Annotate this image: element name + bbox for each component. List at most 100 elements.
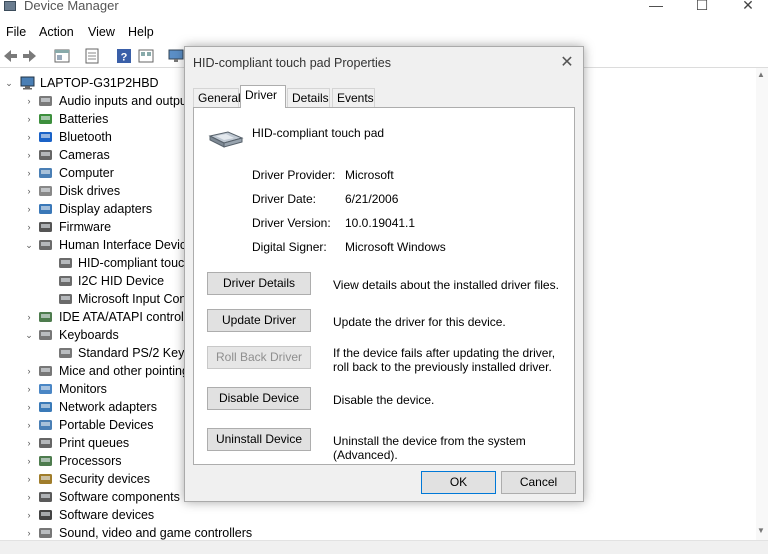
driver-details-button[interactable]: Driver Details [207, 272, 311, 295]
device-manager-icon [4, 1, 16, 11]
chevron-right-icon[interactable]: › [24, 362, 34, 380]
chevron-right-icon[interactable]: › [24, 308, 34, 326]
chevron-right-icon[interactable]: › [24, 434, 34, 452]
tree-item-label: Print queues [59, 436, 130, 450]
scroll-up-icon[interactable]: ▲ [757, 70, 765, 79]
battery-icon [39, 114, 52, 124]
action-description: If the device fails after updating the d… [333, 346, 556, 374]
chevron-right-icon[interactable]: › [24, 488, 34, 506]
hid-device-icon [59, 294, 72, 304]
chevron-down-icon[interactable]: ⌄ [24, 326, 34, 344]
dialog-close-button[interactable]: ✕ [557, 52, 577, 72]
tab-details[interactable]: Details [287, 88, 330, 107]
menu-view[interactable]: View [88, 25, 115, 39]
tree-item-label: Cameras [59, 148, 110, 162]
ok-button[interactable]: OK [421, 471, 496, 494]
menu-bar: File Action View Help [0, 20, 768, 44]
computer-icon [20, 76, 35, 90]
update-driver-button[interactable]: Update Driver [207, 309, 311, 332]
chevron-right-icon[interactable]: › [24, 398, 34, 416]
tree-item-label: Display adapters [59, 202, 153, 216]
tree-root-label: LAPTOP-G31P2HBD [40, 76, 159, 90]
tree-item-label: I2C HID Device [78, 274, 165, 288]
scroll-down-icon[interactable]: ▼ [757, 526, 765, 535]
tab-driver[interactable]: Driver [240, 85, 286, 108]
back-arrow-icon[interactable] [2, 48, 18, 64]
chevron-right-icon[interactable]: › [24, 200, 34, 218]
tree-item-label: Bluetooth [59, 130, 112, 144]
maximize-button[interactable]: ☐ [692, 0, 712, 14]
chevron-right-icon[interactable]: › [24, 182, 34, 200]
svg-text:?: ? [121, 52, 128, 64]
chevron-right-icon[interactable]: › [24, 416, 34, 434]
portable-device-icon [39, 420, 52, 430]
ide-controller-icon [39, 312, 52, 322]
chevron-down-icon[interactable]: ⌄ [4, 74, 14, 92]
camera-icon [39, 150, 52, 160]
driver-tab-panel: HID-compliant touch pad Driver Provider:… [193, 107, 575, 465]
tree-item-label: Batteries [59, 112, 109, 126]
show-hidden-icon[interactable] [84, 48, 100, 64]
tree-item-label: Microsoft Input Conf [78, 292, 190, 306]
dialog-title: HID-compliant touch pad Properties [193, 56, 392, 70]
window-title: Device Manager [24, 0, 119, 13]
vertical-scrollbar[interactable]: ▲ ▼ [756, 68, 768, 540]
tree-item-label: Processors [59, 454, 122, 468]
monitor-icon [39, 384, 52, 394]
tree-item-label: Firmware [59, 220, 112, 234]
chevron-right-icon[interactable]: › [24, 380, 34, 398]
property-value: Microsoft [345, 168, 394, 182]
processor-icon [39, 456, 52, 466]
chevron-right-icon[interactable]: › [24, 164, 34, 182]
chevron-right-icon[interactable]: › [24, 218, 34, 236]
tree-item-label: Software devices [59, 508, 155, 522]
disable-device-button[interactable]: Disable Device [207, 387, 311, 410]
tab-general[interactable]: General [193, 88, 241, 107]
hid-icon [39, 240, 52, 250]
tree-item-label: Computer [59, 166, 114, 180]
chevron-right-icon[interactable]: › [24, 92, 34, 110]
forward-arrow-icon[interactable] [22, 48, 38, 64]
menu-help[interactable]: Help [128, 25, 154, 39]
chevron-right-icon[interactable]: › [24, 128, 34, 146]
hid-device-icon [59, 276, 72, 286]
tree-item-label: Keyboards [59, 328, 119, 342]
chevron-right-icon[interactable]: › [24, 110, 34, 128]
printer-icon [39, 438, 52, 448]
window-titlebar: Device Manager — ☐ ✕ [0, 0, 768, 14]
property-label: Driver Provider: [252, 168, 336, 182]
chevron-right-icon[interactable]: › [24, 470, 34, 488]
tree-item-label: Human Interface Devices [59, 238, 200, 252]
chevron-right-icon[interactable]: › [24, 452, 34, 470]
properties-icon[interactable] [54, 48, 70, 64]
properties-dialog: HID-compliant touch pad Properties ✕ Gen… [184, 46, 584, 502]
action-description: Update the driver for this device. [333, 315, 506, 329]
property-value: 10.0.19041.1 [345, 216, 416, 230]
keyboard-icon [39, 330, 52, 340]
tree-item-label: Network adapters [59, 400, 157, 414]
tab-events[interactable]: Events [332, 88, 375, 107]
chevron-right-icon[interactable]: › [24, 146, 34, 164]
minimize-button[interactable]: — [646, 0, 666, 13]
help-icon[interactable]: ? [116, 48, 132, 64]
horizontal-scrollbar[interactable] [0, 540, 768, 554]
tree-item-label: IDE ATA/ATAPI controllers [59, 310, 204, 324]
sound-controller-icon [39, 528, 52, 538]
menu-file[interactable]: File [6, 25, 26, 39]
cancel-button[interactable]: Cancel [501, 471, 576, 494]
action-description: View details about the installed driver … [333, 278, 559, 292]
uninstall-device-button[interactable]: Uninstall Device [207, 428, 311, 451]
computer-icon [39, 168, 52, 178]
grid-view-icon[interactable] [138, 48, 154, 64]
tree-item-label: Disk drives [59, 184, 121, 198]
chevron-right-icon[interactable]: › [24, 506, 34, 524]
tree-item-label: Monitors [59, 382, 107, 396]
tree-item-label: Security devices [59, 472, 151, 486]
monitor-scan-icon[interactable] [168, 48, 184, 64]
close-button[interactable]: ✕ [738, 0, 758, 14]
software-component-icon [39, 492, 52, 502]
tree-item-label: Audio inputs and outpu [59, 94, 187, 108]
firmware-icon [39, 222, 52, 232]
menu-action[interactable]: Action [39, 25, 74, 39]
chevron-down-icon[interactable]: ⌄ [24, 236, 34, 254]
